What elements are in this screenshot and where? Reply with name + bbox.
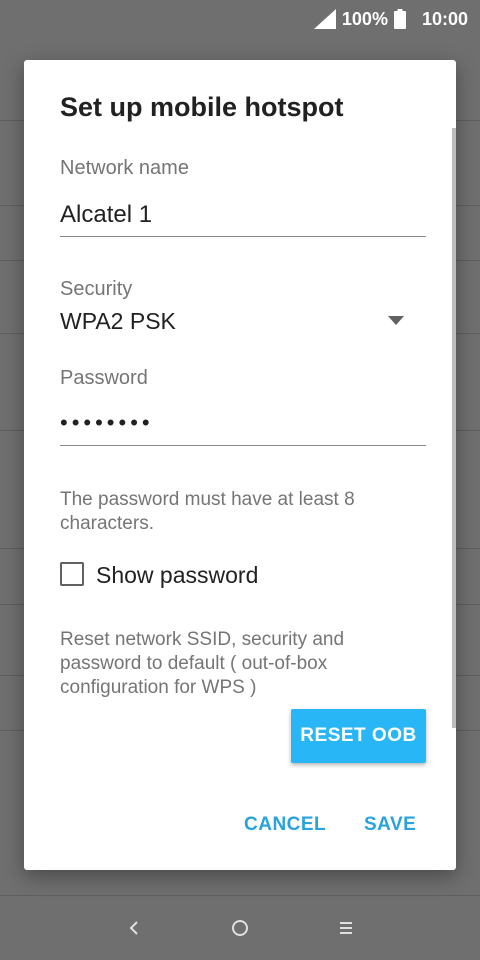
clock: 10:00 [421, 8, 468, 29]
reset-oob-button[interactable]: RESET OOB [291, 709, 426, 763]
password-label: Password [60, 367, 148, 389]
password-input[interactable]: •••••••• [60, 410, 154, 436]
save-button[interactable]: SAVE [364, 814, 416, 836]
security-select[interactable]: WPA2 PSK [60, 308, 426, 335]
signal-icon [313, 9, 336, 29]
scrollbar[interactable] [452, 128, 456, 728]
security-label: Security [60, 278, 133, 300]
network-name-underline [60, 236, 426, 237]
reset-note: Reset network SSID, security and passwor… [60, 629, 345, 698]
network-name-input[interactable]: Alcatel 1 [60, 201, 152, 229]
password-underline [60, 445, 426, 446]
show-password-label[interactable]: Show password [96, 562, 258, 589]
back-icon [129, 921, 138, 935]
recents-button[interactable] [333, 915, 359, 941]
dropdown-arrow-icon[interactable] [388, 316, 404, 326]
network-name-label: Network name [60, 157, 189, 179]
battery-icon [393, 9, 406, 29]
home-button[interactable] [227, 915, 253, 941]
recents-icon [340, 922, 352, 934]
home-icon [232, 920, 248, 936]
battery-percent: 100% [341, 8, 388, 29]
cancel-button[interactable]: CANCEL [244, 814, 326, 836]
navigation-bar [0, 896, 480, 960]
hotspot-setup-dialog: Set up mobile hotspot Network name Alcat… [24, 60, 456, 870]
show-password-checkbox[interactable] [60, 562, 84, 586]
status-bar: 100% 10:00 [0, 0, 480, 38]
dialog-title: Set up mobile hotspot [60, 92, 344, 122]
password-hint: The password must have at least 8 charac… [60, 489, 355, 534]
back-button[interactable] [121, 915, 147, 941]
